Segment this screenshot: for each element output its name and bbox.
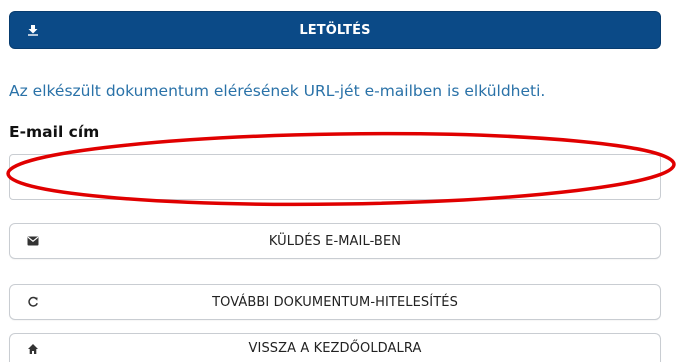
email-field-label: E-mail cím [9,123,100,141]
back-home-button[interactable]: VISSZA A KEZDŐOLDALRA [9,333,661,362]
refresh-icon [26,295,40,309]
email-info-text: Az elkészült dokumentum elérésének URL-j… [9,82,546,100]
home-icon [26,342,40,356]
send-email-label: KÜLDÉS E-MAIL-BEN [268,233,402,249]
document-result-page: LETÖLTÉS Az elkészült dokumentum elérésé… [0,0,682,362]
download-button-label: LETÖLTÉS [299,22,371,38]
envelope-icon [26,234,40,248]
download-button[interactable]: LETÖLTÉS [9,11,661,49]
email-field[interactable] [9,154,661,200]
another-authentication-label: TOVÁBBI DOKUMENTUM-HITELESÍTÉS [212,294,458,310]
another-authentication-button[interactable]: TOVÁBBI DOKUMENTUM-HITELESÍTÉS [9,284,661,320]
back-home-label: VISSZA A KEZDŐOLDALRA [248,341,422,356]
send-email-button[interactable]: KÜLDÉS E-MAIL-BEN [9,223,661,259]
download-icon [26,23,40,37]
